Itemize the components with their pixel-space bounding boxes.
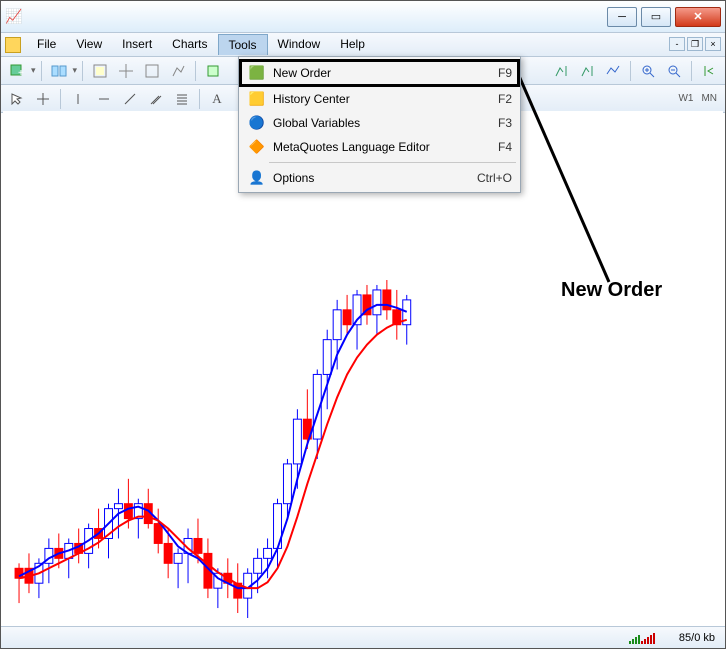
editor-icon: 🔶 [247,139,267,155]
svg-text:+: + [18,68,24,79]
options-icon: 👤 [247,170,267,186]
menu-item-new-order[interactable]: 🟩 New OrderF9 [241,61,518,85]
menu-item-label: New Order [273,66,498,80]
menu-file[interactable]: File [27,34,66,55]
connection-meter-icon [629,632,669,644]
crosshair-button[interactable] [31,87,55,111]
menu-window[interactable]: Window [268,34,331,55]
equidistant-button[interactable] [144,87,168,111]
menu-item-history-center[interactable]: 🟨 History CenterF2 [241,87,518,111]
new-order-icon: 🟩 [247,65,267,81]
app-window: 📈 ─ ▭ ✕ FileViewInsertChartsToolsWindowH… [0,0,726,649]
tools-menu-dropdown: 🟩 New OrderF9 🟨 History CenterF2 🔵 Global Var… [238,56,521,193]
new-order-button[interactable] [201,59,225,83]
market-watch-button[interactable] [88,59,112,83]
trendline-button[interactable] [118,87,142,111]
globals-icon: 🔵 [247,115,267,131]
app-menu-icon [5,37,21,53]
menu-item-metaquotes-language-editor[interactable]: 🔶 MetaQuotes Language EditorF4 [241,135,518,159]
strategy-tester-button[interactable] [166,59,190,83]
history-icon: 🟨 [247,91,267,107]
titlebar: 📈 ─ ▭ ✕ [1,1,725,33]
app-icon: 📈 [5,8,22,25]
menu-item-shortcut: F4 [498,140,512,154]
menu-item-shortcut: F9 [498,66,512,80]
close-button[interactable]: ✕ [675,7,721,27]
menu-item-options[interactable]: 👤 OptionsCtrl+O [241,166,518,190]
zoom-out-button[interactable] [662,59,686,83]
vertical-line-button[interactable] [66,87,90,111]
menu-charts[interactable]: Charts [162,34,217,55]
menu-item-label: Global Variables [273,116,498,130]
fibo-button[interactable] [170,87,194,111]
annotation-label: New Order [561,279,662,302]
mdi-minimize-button[interactable]: - [669,37,685,51]
traffic-label: 85/0 kb [679,632,715,644]
menu-item-shortcut: F3 [498,116,512,130]
menu-item-shortcut: Ctrl+O [477,171,512,185]
scroll-left-button[interactable] [697,59,721,83]
menu-item-global-variables[interactable]: 🔵 Global VariablesF3 [241,111,518,135]
annotation-arrow [514,67,624,297]
navigator-button[interactable] [114,59,138,83]
menu-item-label: MetaQuotes Language Editor [273,140,498,154]
new-chart-button[interactable]: + [5,59,29,83]
text-button[interactable]: A [205,87,229,111]
minimize-button[interactable]: ─ [607,7,637,27]
menu-item-shortcut: F2 [498,92,512,106]
dropdown-caret-icon[interactable]: ▾ [73,65,78,76]
horizontal-line-button[interactable] [92,87,116,111]
statusbar: 85/0 kb [1,626,725,648]
maximize-button[interactable]: ▭ [641,7,671,27]
cursor-button[interactable] [5,87,29,111]
dropdown-caret-icon[interactable]: ▾ [31,65,36,76]
menu-help[interactable]: Help [330,34,375,55]
timeframe-mn[interactable]: MN [697,93,721,104]
menubar: FileViewInsertChartsToolsWindowHelp - ❐ … [1,33,725,57]
mdi-restore-button[interactable]: ❐ [687,37,703,51]
menu-insert[interactable]: Insert [112,34,162,55]
mdi-close-button[interactable]: × [705,37,721,51]
menu-view[interactable]: View [66,34,112,55]
menu-tools[interactable]: Tools [218,34,268,55]
terminal-button[interactable] [140,59,164,83]
menu-item-label: Options [273,171,477,185]
profiles-button[interactable] [47,59,71,83]
menu-item-label: History Center [273,92,498,106]
zoom-in-button[interactable] [636,59,660,83]
timeframe-w1[interactable]: W1 [674,93,697,104]
